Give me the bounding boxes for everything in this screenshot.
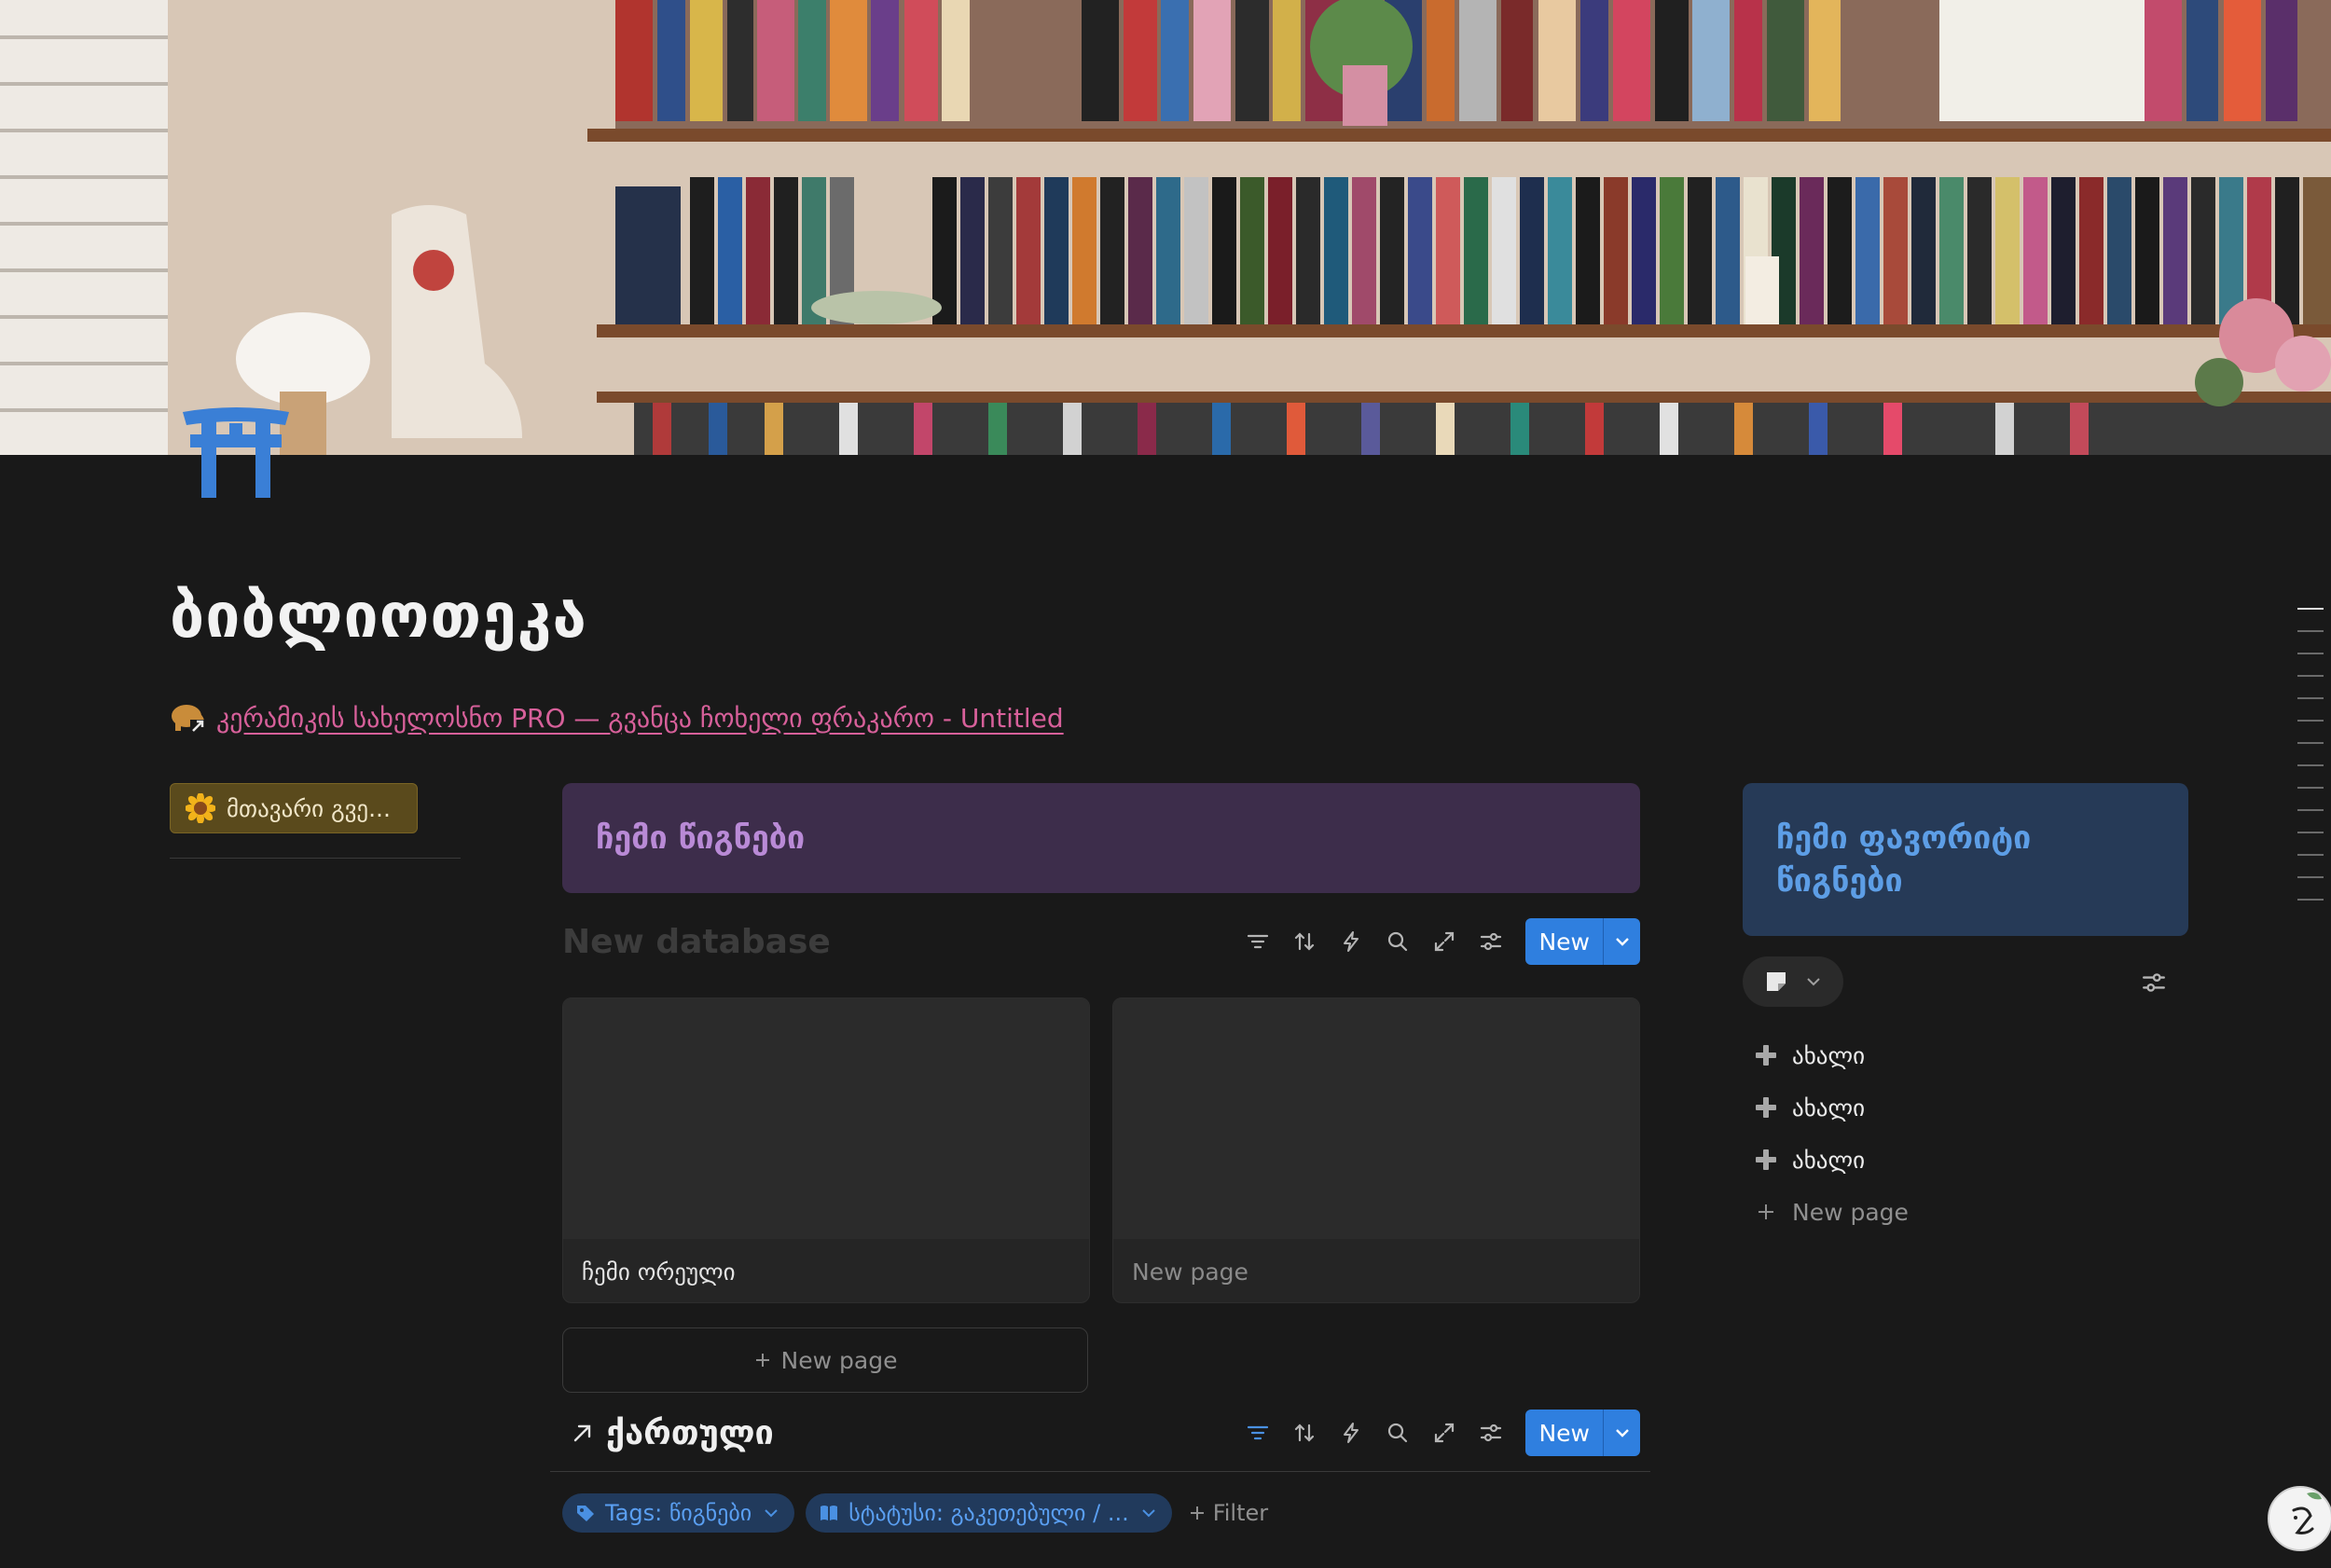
filter-icon[interactable] xyxy=(1234,918,1281,965)
card-cover xyxy=(563,998,1089,1239)
new-page-label: New page xyxy=(780,1346,898,1374)
settings-sliders-icon[interactable] xyxy=(2141,970,2167,996)
note-icon xyxy=(1767,972,1786,991)
linked-database-header: ქართული New xyxy=(571,1406,1640,1460)
page-outline[interactable] xyxy=(2297,608,2325,921)
heavy-plus-icon xyxy=(1756,1149,1776,1170)
favorite-books-title-line2: წიგნები xyxy=(1776,862,1903,900)
divider xyxy=(550,1471,1650,1472)
favorite-books-title-line1: ჩემი ფავორიტი xyxy=(1776,819,2032,857)
filter-chip-tags[interactable]: Tags: წიგნები xyxy=(562,1493,795,1533)
list-item[interactable]: ახალი xyxy=(1753,1081,1909,1134)
expand-icon[interactable] xyxy=(1421,918,1468,965)
new-button[interactable]: New xyxy=(1525,1410,1603,1456)
new-button-group: New xyxy=(1525,918,1640,965)
search-icon[interactable] xyxy=(1374,1410,1421,1456)
card-title: New page xyxy=(1132,1258,1248,1286)
favorites-list: ახალი ახალი ახალი New page xyxy=(1753,1029,1909,1238)
list-item-label: ახალი xyxy=(1792,1041,1866,1069)
new-dropdown-chevron-icon[interactable] xyxy=(1603,1410,1640,1456)
new-page-label: New page xyxy=(1792,1198,1909,1226)
page-link[interactable]: კერამიკის სახელოსნო PRO — გვანცა ჩოხელი … xyxy=(170,701,1064,735)
sort-icon[interactable] xyxy=(1281,1410,1328,1456)
list-item[interactable]: ახალი xyxy=(1753,1134,1909,1186)
search-icon[interactable] xyxy=(1374,918,1421,965)
sort-icon[interactable] xyxy=(1281,918,1328,965)
torii-gate-icon[interactable] xyxy=(181,405,291,498)
view-switcher[interactable] xyxy=(1743,956,1843,1007)
filter-chip-label: Tags: წიგნები xyxy=(605,1500,752,1526)
plus-icon xyxy=(755,1354,769,1367)
filter-bar: Tags: წიგნები სტატუსი: გაკეთებული / ... … xyxy=(562,1493,1268,1533)
my-books-callout-title: ჩემი წიგნები xyxy=(596,819,806,857)
book-icon xyxy=(821,1506,838,1520)
tag-icon xyxy=(577,1506,594,1521)
favorite-books-callout[interactable]: ჩემი ფავორიტი წიგნები xyxy=(1743,783,2188,936)
filter-icon[interactable] xyxy=(1234,1410,1281,1456)
automation-bolt-icon[interactable] xyxy=(1328,1410,1374,1456)
automation-bolt-icon[interactable] xyxy=(1328,918,1374,965)
filter-chip-label: სტატუსი: გაკეთებული / ... xyxy=(848,1500,1129,1526)
home-page-button-label: მთავარი გვე... xyxy=(227,794,391,822)
database-toolbar: New xyxy=(1234,918,1640,965)
settings-sliders-icon[interactable] xyxy=(1468,1410,1514,1456)
list-item[interactable]: ახალი xyxy=(1753,1029,1909,1081)
linked-database-title[interactable]: ქართული xyxy=(571,1414,1234,1452)
linked-database-toolbar: New xyxy=(1234,1410,1640,1456)
database-header: New database New xyxy=(562,915,1640,968)
chevron-down-icon xyxy=(1807,978,1820,986)
new-page-button[interactable]: New page xyxy=(562,1327,1088,1393)
plus-icon xyxy=(1190,1506,1204,1520)
plus-icon xyxy=(1759,1204,1773,1219)
page-link-text[interactable]: კერამიკის სახელოსნო PRO — გვანცა ჩოხელი … xyxy=(216,703,1064,734)
page-title[interactable]: ბიბლიოთეკა xyxy=(170,580,587,652)
linked-database-title-text: ქართული xyxy=(606,1413,774,1452)
new-dropdown-chevron-icon[interactable] xyxy=(1603,918,1640,965)
filter-chip-status[interactable]: სტატუსი: გაკეთებული / ... xyxy=(806,1493,1172,1533)
new-page-button[interactable]: New page xyxy=(1753,1186,1909,1238)
cover-image[interactable] xyxy=(0,0,2331,455)
elephant-link-icon xyxy=(170,701,207,735)
settings-sliders-icon[interactable] xyxy=(1468,918,1514,965)
linked-arrow-icon xyxy=(573,1424,591,1442)
heavy-plus-icon xyxy=(1756,1097,1776,1118)
add-filter-label: Filter xyxy=(1212,1500,1269,1526)
help-avatar[interactable] xyxy=(2268,1486,2331,1551)
list-item-label: ახალი xyxy=(1792,1093,1866,1121)
database-title[interactable]: New database xyxy=(562,923,1234,961)
card-cover xyxy=(1113,998,1639,1239)
expand-icon[interactable] xyxy=(1421,1410,1468,1456)
home-page-button[interactable]: მთავარი გვე... xyxy=(170,783,418,833)
new-button[interactable]: New xyxy=(1525,918,1603,965)
card-title: ჩემი ორეული xyxy=(582,1258,736,1286)
sunflower-icon xyxy=(186,793,215,823)
gallery-card[interactable]: ჩემი ორეული xyxy=(562,997,1090,1303)
add-filter-button[interactable]: Filter xyxy=(1189,1500,1268,1526)
divider xyxy=(170,858,461,859)
chevron-down-icon xyxy=(765,1509,778,1518)
heavy-plus-icon xyxy=(1756,1045,1776,1066)
list-item-label: ახალი xyxy=(1792,1146,1866,1174)
chevron-down-icon xyxy=(1141,1509,1155,1518)
new-button-group: New xyxy=(1525,1410,1640,1456)
my-books-callout[interactable]: ჩემი წიგნები xyxy=(562,783,1640,893)
gallery-card[interactable]: New page xyxy=(1112,997,1640,1303)
